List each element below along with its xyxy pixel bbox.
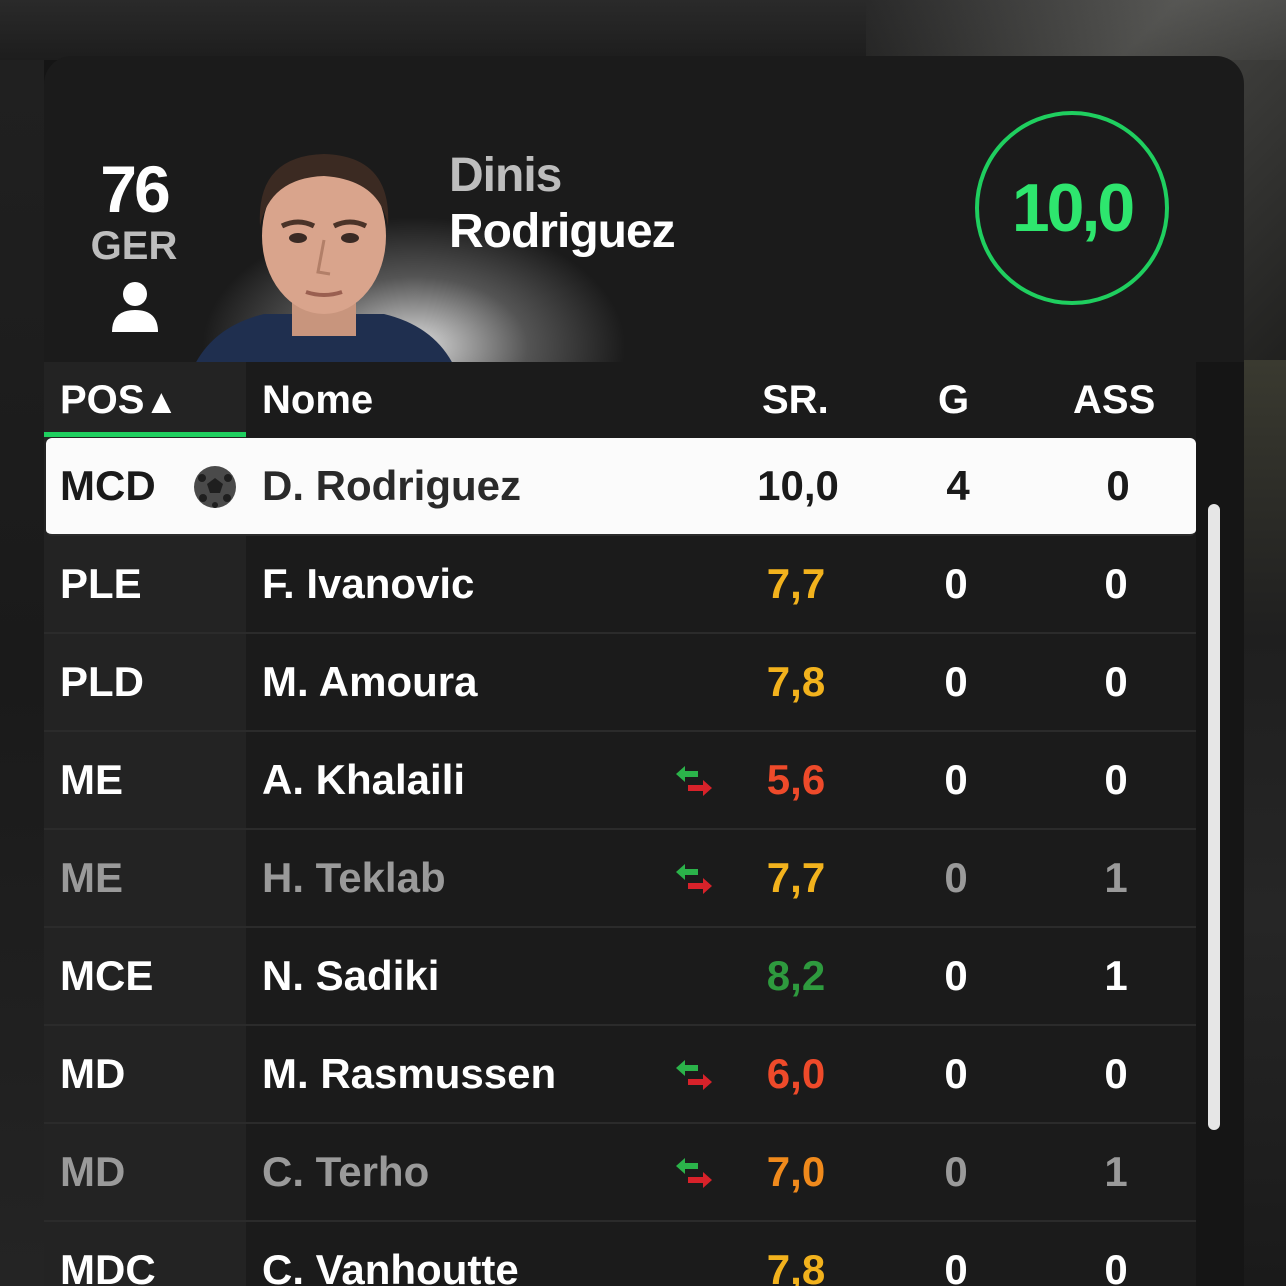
row-assists: 1: [1104, 1148, 1128, 1195]
row-player-name: F. Ivanovic: [262, 560, 475, 607]
row-assists: 1: [1104, 952, 1128, 999]
row-player-name: D. Rodriguez: [262, 462, 521, 509]
row-assists: 0: [1104, 560, 1128, 607]
table-row[interactable]: MD C. Terho 7,0 0 1: [44, 1124, 1196, 1222]
row-assists: 1: [1104, 854, 1128, 901]
row-goals: 4: [946, 462, 970, 509]
row-goals: 0: [944, 1246, 968, 1286]
column-header-pos-label: POS: [60, 378, 145, 422]
table-row[interactable]: MDC C. Vanhoutte 7,8 0 0: [44, 1222, 1196, 1286]
row-goals: 0: [944, 952, 968, 999]
row-player-name: H. Teklab: [262, 854, 446, 901]
row-assists: 0: [1106, 462, 1130, 509]
row-position: PLD: [60, 658, 144, 705]
row-rating: 5,6: [766, 756, 826, 803]
row-position: MD: [60, 1148, 126, 1195]
row-goals: 0: [944, 560, 968, 607]
row-goals: 0: [944, 1148, 968, 1195]
player-first-name: Dinis: [449, 149, 562, 202]
row-rating: 6,0: [766, 1050, 826, 1097]
sort-indicator-underline: [44, 432, 246, 437]
match-rating-value: 10,0: [1011, 170, 1135, 246]
row-goals: 0: [944, 1050, 968, 1097]
sort-ascending-icon: ▲: [144, 383, 179, 421]
scrollbar-thumb[interactable]: [1208, 504, 1220, 1130]
table-row[interactable]: MCE N. Sadiki 8,2 0 1: [44, 928, 1196, 1026]
column-header-goals[interactable]: G: [938, 378, 969, 423]
player-portrait: [196, 154, 452, 362]
row-goals: 0: [944, 756, 968, 803]
row-goals: 0: [944, 658, 968, 705]
table-row[interactable]: ME H. Teklab 7,7 0 1: [44, 830, 1196, 928]
player-stats-table: POS▲ Nome SR. G ASS MCD D. Rodriguez 10,0 4…: [44, 362, 1196, 1286]
table-row[interactable]: MD M. Rasmussen 6,0 0 0: [44, 1026, 1196, 1124]
row-player-name: M. Rasmussen: [262, 1050, 557, 1097]
row-player-name: N. Sadiki: [262, 952, 440, 999]
column-header-pos[interactable]: POS▲: [60, 378, 178, 423]
row-rating: 7,0: [766, 1148, 826, 1195]
match-rating-badge: 10,0: [975, 111, 1169, 305]
substitution-arrows-icon: [676, 864, 712, 894]
row-player-name: C. Vanhoutte: [262, 1246, 519, 1286]
person-icon: [112, 282, 158, 332]
table-row[interactable]: ME A. Khalaili 5,6 0 0: [44, 732, 1196, 830]
row-position: PLE: [60, 560, 142, 607]
row-player-name: C. Terho: [262, 1148, 430, 1195]
table-header: POS▲ Nome SR. G ASS: [44, 362, 1196, 438]
row-position: ME: [60, 756, 123, 803]
row-player-name: M. Amoura: [262, 658, 478, 705]
table-row[interactable]: PLD M. Amoura 7,8 0 0: [44, 634, 1196, 732]
row-assists: 0: [1104, 1050, 1128, 1097]
row-rating: 10,0: [757, 462, 839, 509]
row-position: MDC: [60, 1246, 156, 1286]
table-row[interactable]: PLE F. Ivanovic 7,7 0 0: [44, 536, 1196, 634]
row-rating: 7,7: [766, 854, 826, 901]
row-player-name: A. Khalaili: [262, 756, 466, 803]
football-icon: [194, 466, 236, 508]
player-header-card: 76 GER Dinis Rodriguez 10,0: [44, 56, 1244, 362]
player-overall: 76: [100, 152, 170, 226]
player-last-name: Rodriguez: [449, 205, 676, 258]
player-nation: GER: [90, 224, 178, 268]
row-assists: 0: [1104, 756, 1128, 803]
row-position: MCE: [60, 952, 154, 999]
row-position: MCD: [60, 462, 156, 509]
row-rating: 8,2: [766, 952, 826, 999]
row-rating: 7,7: [766, 560, 826, 607]
row-goals: 0: [944, 854, 968, 901]
column-header-name[interactable]: Nome: [262, 378, 373, 423]
row-rating: 7,8: [766, 658, 826, 705]
substitution-arrows-icon: [676, 1060, 712, 1090]
row-position: ME: [60, 854, 123, 901]
row-rating: 7,8: [766, 1246, 826, 1286]
table-row[interactable]: MCD D. Rodriguez 10,0 4 0: [46, 438, 1196, 536]
substitution-arrows-icon: [676, 1158, 712, 1188]
substitution-arrows-icon: [676, 766, 712, 796]
row-assists: 0: [1104, 1246, 1128, 1286]
row-assists: 0: [1104, 658, 1128, 705]
row-position: MD: [60, 1050, 126, 1097]
column-header-rating[interactable]: SR.: [762, 378, 829, 423]
column-header-assists[interactable]: ASS: [1073, 378, 1155, 423]
